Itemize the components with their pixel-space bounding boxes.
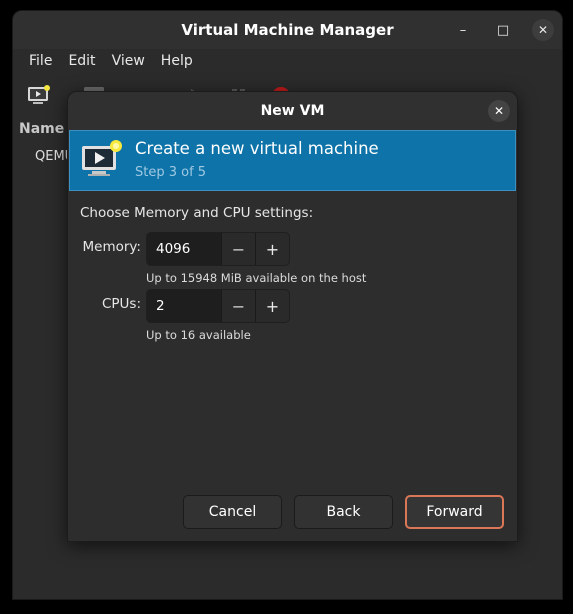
menu-file[interactable]: File bbox=[21, 53, 60, 69]
step-indicator: Step 3 of 5 bbox=[135, 165, 207, 180]
memory-input[interactable]: 4096 bbox=[147, 233, 221, 265]
list-header-name[interactable]: Name bbox=[19, 121, 64, 137]
section-label: Choose Memory and CPU settings: bbox=[80, 205, 314, 221]
main-window-title: Virtual Machine Manager bbox=[181, 21, 394, 39]
window-controls: – □ ✕ bbox=[452, 19, 554, 41]
new-vm-icon[interactable] bbox=[27, 85, 51, 107]
menu-edit[interactable]: Edit bbox=[60, 53, 103, 69]
cpus-increment-button[interactable]: + bbox=[255, 290, 289, 322]
memory-decrement-button[interactable]: − bbox=[221, 233, 255, 265]
cancel-button[interactable]: Cancel bbox=[183, 495, 282, 529]
back-button[interactable]: Back bbox=[294, 495, 393, 529]
cpus-label: CPUs: bbox=[101, 296, 141, 312]
new-vm-dialog: New VM ✕ Create a new virtual machine St… bbox=[67, 91, 518, 542]
cpus-spinner: 2 − + bbox=[146, 289, 290, 323]
memory-hint: Up to 15948 MiB available on the host bbox=[146, 271, 367, 285]
cpus-input[interactable]: 2 bbox=[147, 290, 221, 322]
memory-label: Memory: bbox=[82, 239, 141, 255]
menu-view[interactable]: View bbox=[104, 53, 153, 69]
menubar: File Edit View Help bbox=[13, 49, 562, 73]
minimize-button[interactable]: – bbox=[452, 19, 474, 41]
wizard-banner: Create a new virtual machine Step 3 of 5 bbox=[69, 130, 516, 191]
cpus-decrement-button[interactable]: − bbox=[221, 290, 255, 322]
dialog-close-button[interactable]: ✕ bbox=[488, 100, 510, 122]
dialog-title: New VM bbox=[260, 103, 325, 119]
memory-increment-button[interactable]: + bbox=[255, 233, 289, 265]
memory-spinner: 4096 − + bbox=[146, 232, 290, 266]
close-window-button[interactable]: ✕ bbox=[532, 19, 554, 41]
new-vm-icon bbox=[82, 140, 122, 176]
main-titlebar: Virtual Machine Manager – □ ✕ bbox=[13, 11, 562, 49]
menu-help[interactable]: Help bbox=[153, 53, 201, 69]
banner-title: Create a new virtual machine bbox=[135, 139, 379, 158]
cpus-hint: Up to 16 available bbox=[146, 328, 251, 342]
maximize-button[interactable]: □ bbox=[492, 19, 514, 41]
dialog-titlebar: New VM ✕ bbox=[68, 92, 517, 130]
forward-button[interactable]: Forward bbox=[405, 495, 504, 529]
